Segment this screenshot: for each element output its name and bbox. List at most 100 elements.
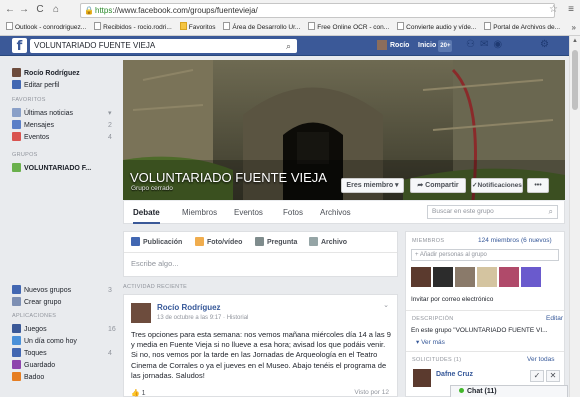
- messages-icon[interactable]: ✉: [480, 39, 493, 50]
- bookmark[interactable]: Recibidos - rocio.rodri...: [94, 21, 172, 34]
- sidebar-item-new-groups[interactable]: Nuevos grupos 3: [12, 285, 112, 296]
- sidebar-item-create-group[interactable]: Crear grupo: [12, 297, 61, 308]
- tab-members[interactable]: Miembros: [182, 201, 217, 224]
- invite-email[interactable]: Invitar por correo electrónico: [411, 296, 493, 303]
- composer-tab-question[interactable]: Pregunta: [255, 237, 297, 248]
- facebook-logo-icon[interactable]: f: [12, 38, 27, 54]
- composer-tab-photo[interactable]: Foto/vídeo: [195, 237, 242, 248]
- tab-debate[interactable]: Debate: [133, 201, 160, 224]
- bookmark[interactable]: Convierte audio y víde...: [397, 21, 476, 34]
- sidebar-item-pokes[interactable]: Toques 4: [12, 348, 112, 359]
- plus-icon: [12, 297, 21, 306]
- post-timestamp[interactable]: 13 de octubre a las 9:17 · Historial: [157, 315, 248, 321]
- sidebar-item-group[interactable]: VOLUNTARIADO F...: [12, 163, 91, 174]
- composer-tab-post[interactable]: Publicación: [131, 237, 182, 248]
- groups-header: GRUPOS: [12, 152, 38, 158]
- notifications-button[interactable]: ✓Notificaciones: [471, 178, 523, 193]
- add-people-input[interactable]: + Añadir personas al grupo: [411, 249, 559, 261]
- member-button[interactable]: Eres miembro ▾: [341, 178, 404, 193]
- notifications-icon[interactable]: ◉: [493, 39, 507, 50]
- decline-button[interactable]: ✕: [546, 370, 560, 382]
- like-count[interactable]: 👍 1: [131, 389, 146, 397]
- url-text: ://www.facebook.com/groups/fuentevieja/: [112, 6, 258, 15]
- approve-button[interactable]: ✓: [530, 370, 544, 382]
- bookmark-star-icon[interactable]: ☆: [549, 4, 558, 15]
- composer-tab-file[interactable]: Archivo: [309, 237, 347, 248]
- sidebar-item-news[interactable]: Últimas noticias ▾: [12, 108, 112, 119]
- group-search-input[interactable]: Buscar en este grupo ⌕: [427, 205, 558, 219]
- members-count[interactable]: 124 miembros (6 nuevos): [478, 237, 552, 244]
- reload-icon[interactable]: C: [34, 4, 46, 16]
- bookmarks-bar: Outlook - conrodriguez... Recibidos - ro…: [0, 21, 580, 34]
- member-avatar[interactable]: [455, 267, 475, 287]
- tab-files[interactable]: Archivos: [320, 201, 351, 224]
- search-value: VOLUNTARIADO FUENTE VIEJA: [34, 41, 156, 50]
- sidebar-item-games[interactable]: Juegos 16: [12, 324, 116, 335]
- home-badge: 20+: [438, 40, 453, 52]
- share-button[interactable]: ➦ Compartir: [410, 178, 466, 193]
- member-avatar[interactable]: [433, 267, 453, 287]
- search-icon[interactable]: ⌕: [286, 39, 291, 53]
- avatar: [12, 68, 21, 77]
- member-avatar[interactable]: [499, 267, 519, 287]
- sidebar-item-badoo[interactable]: Badoo: [12, 372, 44, 383]
- divider: [124, 252, 397, 253]
- bookmark[interactable]: Free Online OCR - con...: [308, 21, 389, 34]
- clock-icon: [12, 336, 21, 345]
- members-header: MIEMBROS: [412, 238, 445, 244]
- search-icon[interactable]: ⌕: [549, 206, 553, 218]
- online-dot-icon: [459, 388, 464, 393]
- tab-photos[interactable]: Fotos: [283, 201, 303, 224]
- bookmark[interactable]: Outlook - conrodriguez...: [6, 21, 86, 34]
- avatar[interactable]: [413, 369, 431, 387]
- bookmarks-more[interactable]: »: [572, 21, 576, 34]
- group-privacy: Grupo cerrado: [131, 185, 173, 192]
- member-avatar[interactable]: [521, 267, 541, 287]
- sidebar-item-events[interactable]: Eventos 4: [12, 132, 112, 143]
- games-icon: [12, 324, 21, 333]
- sidebar-edit-profile[interactable]: Editar perfil: [12, 80, 59, 91]
- browser-menu-icon[interactable]: ≡: [568, 4, 574, 15]
- sidebar-item-messages[interactable]: Mensajes 2: [12, 120, 112, 131]
- forward-icon[interactable]: →: [18, 4, 30, 16]
- poke-icon: [12, 348, 21, 357]
- search-input[interactable]: VOLUNTARIADO FUENTE VIEJA ⌕: [30, 39, 297, 53]
- member-avatar[interactable]: [477, 267, 497, 287]
- scrollbar-thumb[interactable]: [572, 50, 578, 110]
- sidebar-profile[interactable]: Rocío Rodríguez: [12, 68, 80, 79]
- more-button[interactable]: •••: [527, 178, 549, 193]
- home-link[interactable]: Inicio 20+: [418, 40, 453, 52]
- left-sidebar: Rocío Rodríguez Editar perfil FAVORITOS …: [0, 56, 122, 397]
- scrollbar[interactable]: ▲: [569, 36, 580, 397]
- divider: [406, 310, 564, 311]
- home-icon[interactable]: ⌂: [50, 4, 62, 16]
- group-title[interactable]: VOLUNTARIADO FUENTE VIEJA: [130, 170, 327, 185]
- member-avatar[interactable]: [411, 267, 431, 287]
- request-name[interactable]: Dafne Cruz: [436, 371, 473, 378]
- see-all-link[interactable]: Ver todas: [527, 356, 554, 363]
- url-scheme: https: [95, 6, 113, 15]
- settings-icon[interactable]: ⚙: [540, 39, 549, 50]
- bookmark[interactable]: Área de Desarrollo Ur...: [223, 21, 300, 34]
- pencil-icon: [12, 80, 21, 89]
- groups-icon: [12, 285, 21, 294]
- profile-link[interactable]: Rocío: [377, 40, 409, 52]
- bookmark[interactable]: Favoritos: [179, 21, 215, 34]
- composer-input[interactable]: Escribe algo...: [131, 259, 179, 268]
- chevron-down-icon[interactable]: ⌄: [383, 301, 389, 309]
- avatar[interactable]: [131, 303, 151, 323]
- url-bar[interactable]: 🔒 https://www.facebook.com/groups/fuentev…: [80, 3, 555, 18]
- chat-bar[interactable]: Chat (11): [450, 385, 568, 397]
- see-more-link[interactable]: ▾ Ver más: [416, 338, 445, 346]
- friend-requests-icon[interactable]: ⚇: [466, 39, 480, 50]
- bookmark[interactable]: Portal de Archivos de...: [484, 21, 560, 34]
- scroll-up-icon[interactable]: ▲: [572, 38, 578, 44]
- sidebar-item-on-this-day[interactable]: Un día como hoy: [12, 336, 77, 347]
- sidebar-item-saved[interactable]: Guardado: [12, 360, 55, 371]
- seen-by[interactable]: Visto por 12: [354, 389, 389, 396]
- edit-description[interactable]: Editar: [546, 315, 563, 322]
- activity-header: ACTIVIDAD RECIENTE: [123, 284, 188, 290]
- back-icon[interactable]: ←: [4, 4, 16, 16]
- post-author[interactable]: Rocío Rodríguez: [157, 303, 221, 312]
- tab-events[interactable]: Eventos: [234, 201, 263, 224]
